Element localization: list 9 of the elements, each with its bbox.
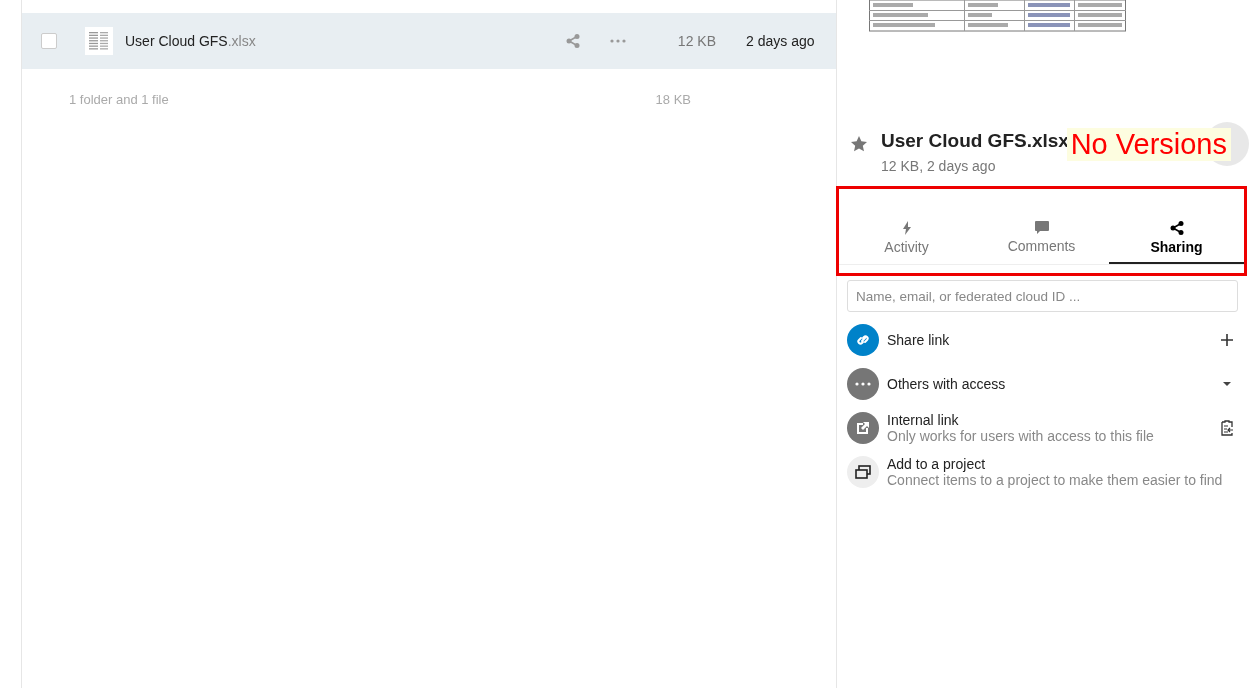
file-info: 12 KB, 2 days ago <box>881 158 997 174</box>
annotation-tooltip: No Versions <box>1066 128 1231 161</box>
modified-date: 2 days ago <box>746 33 816 49</box>
entry-description: Connect items to a project to make them easier to find <box>887 472 1224 488</box>
file-size: 12 KB <box>676 33 716 49</box>
summary-label: 1 folder and 1 file <box>69 91 170 107</box>
entry-description: Only works for users with access to this file <box>887 428 1155 444</box>
summary-size: 18 KB <box>655 91 691 107</box>
file-title: User Cloud GFS.xlsx <box>881 130 1069 152</box>
